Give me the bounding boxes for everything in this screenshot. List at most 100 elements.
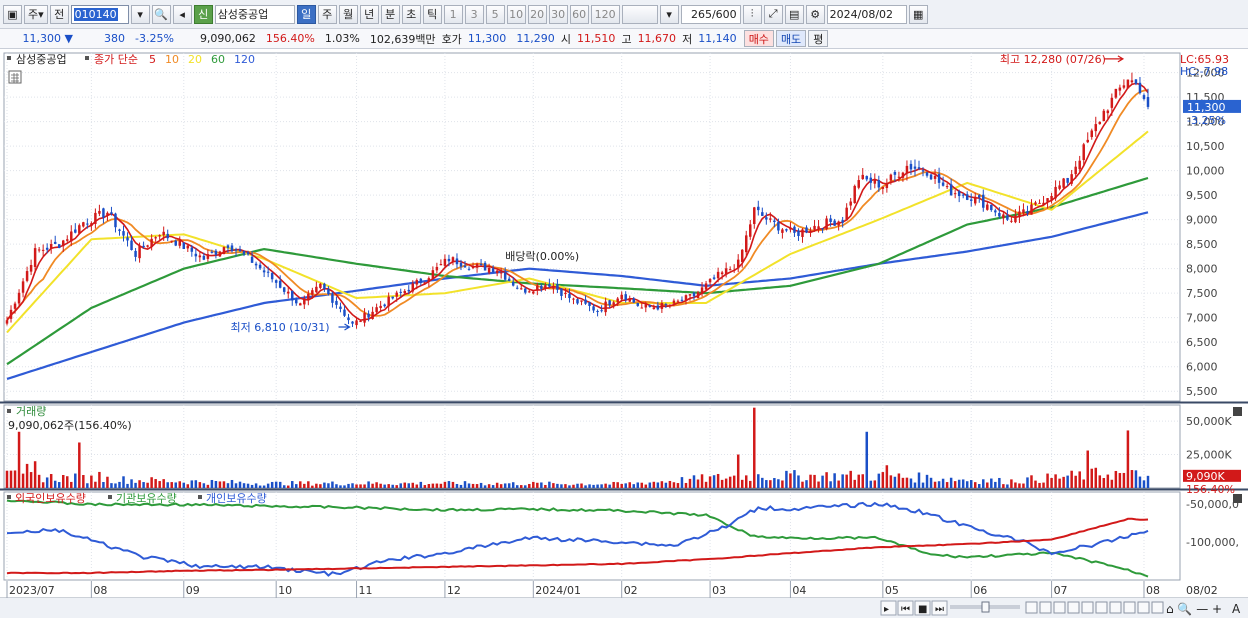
bar-count-field[interactable]: 265/600 <box>680 4 741 24</box>
save-icon[interactable]: ▤ <box>784 4 804 24</box>
volume-bar <box>777 479 780 488</box>
candle-body <box>757 206 760 211</box>
price-tick-label: 8,500 <box>1186 238 1218 251</box>
tool-icon <box>1095 601 1108 614</box>
drawing-tool-icon[interactable]: ⤢ <box>763 4 783 24</box>
volume-bar <box>383 484 386 488</box>
interval-dropdown-icon[interactable]: ▾ <box>659 4 679 24</box>
volume-bar <box>913 482 917 488</box>
candle-body <box>753 207 756 225</box>
chart-menu-icon[interactable]: ▣ <box>3 4 22 24</box>
period-week-tab[interactable]: 주 <box>317 4 337 24</box>
date-field[interactable]: 2024/08/02 <box>826 4 907 24</box>
candle-body <box>134 250 137 257</box>
volume-bar <box>295 484 298 488</box>
candle-body <box>383 304 386 307</box>
candle-body <box>371 311 374 319</box>
candle-body <box>837 221 840 226</box>
volume-bar <box>70 481 73 488</box>
volume-bar <box>339 485 342 488</box>
candle-body <box>536 285 539 291</box>
period-day-tab[interactable]: 일 <box>296 4 316 24</box>
legend-ma-20: 20 <box>188 53 202 66</box>
chart-type-icon[interactable]: ⫶ <box>742 4 762 24</box>
volume-bar <box>684 482 688 488</box>
candle-body <box>1094 124 1098 132</box>
sell-button[interactable]: 매도 <box>775 30 807 47</box>
candle-body <box>479 263 483 265</box>
volume-bar <box>656 482 660 488</box>
candle-body <box>1122 85 1126 88</box>
legend-stock-name: 삼성중공업 <box>16 53 67 66</box>
prev-button[interactable]: 전 <box>49 4 69 24</box>
scroll-button-glyph: ⏮ <box>901 604 910 615</box>
volume-bar <box>724 478 728 488</box>
calendar-icon[interactable]: ▦ <box>908 4 928 24</box>
volume-bar <box>423 485 427 488</box>
candle-body <box>937 174 941 183</box>
interval-30[interactable]: 30 <box>548 4 568 24</box>
volume-bar <box>540 482 543 488</box>
buy-button[interactable]: 매수 <box>743 30 774 47</box>
interval-60[interactable]: 60 <box>569 4 589 24</box>
volume-bar <box>524 485 527 488</box>
volume-bar <box>234 483 238 488</box>
gear-icon[interactable]: ⚙ <box>805 4 825 24</box>
interval-5[interactable]: 5 <box>485 4 505 24</box>
search-icon[interactable]: 🔍 <box>151 4 171 24</box>
speaker-icon[interactable]: ◂ <box>172 4 192 24</box>
candle-body <box>98 210 101 214</box>
volume-bar <box>961 479 965 488</box>
volume-bar <box>865 431 869 488</box>
time-tick-label: 12 <box>447 584 461 597</box>
volume-bar <box>1090 468 1093 488</box>
candle-body <box>548 284 551 287</box>
volume-bar <box>29 472 33 488</box>
eval-button[interactable]: 평 <box>808 30 829 47</box>
volume-bar <box>949 477 953 488</box>
volume-bar <box>749 480 752 488</box>
volume-bar <box>624 483 627 488</box>
scroll-button-glyph: ■ <box>918 604 927 615</box>
candle-body <box>885 182 889 189</box>
interval-20[interactable]: 20 <box>527 4 547 24</box>
candle-body <box>532 291 535 294</box>
period-month-tab[interactable]: 월 <box>338 4 358 24</box>
period-tick-tab[interactable]: 틱 <box>422 4 442 24</box>
period-second-tab[interactable]: 초 <box>401 4 421 24</box>
interval-3[interactable]: 3 <box>464 4 484 24</box>
volume-bar <box>700 474 704 488</box>
market-select[interactable]: 주 ▾ <box>24 4 48 24</box>
volume-bar <box>515 485 519 488</box>
volume-bar <box>33 461 37 488</box>
candle-body <box>106 212 109 216</box>
volume-bar <box>556 483 559 488</box>
price-tick-label: 7,500 <box>1186 287 1218 300</box>
candle-body <box>660 303 664 309</box>
candle-body <box>965 194 969 200</box>
volume-bar <box>266 483 270 488</box>
interval-120[interactable]: 120 <box>590 4 620 24</box>
interval-custom-input[interactable] <box>621 4 658 24</box>
chart-canvas[interactable]: 5,500 6,000 6,500 7,000 7,500 8,000 8,500 9,000… <box>0 50 1248 621</box>
code-dropdown-icon[interactable]: ▾ <box>130 4 150 24</box>
candle-body <box>624 294 627 300</box>
interval-1[interactable]: 1 <box>443 4 463 24</box>
period-minute-tab[interactable]: 분 <box>380 4 400 24</box>
new-stock-badge[interactable]: 신 <box>193 4 213 24</box>
volume-bar <box>5 470 9 488</box>
candle-body <box>507 278 511 281</box>
volume-bar <box>873 480 877 488</box>
volume-bar <box>274 481 278 488</box>
candle-body <box>552 286 555 289</box>
candle-body <box>49 244 53 249</box>
candle-body <box>491 268 495 273</box>
interval-10[interactable]: 10 <box>506 4 526 24</box>
candle-body <box>407 289 411 292</box>
period-year-tab[interactable]: 년 <box>359 4 379 24</box>
stock-code-input[interactable]: 010140 <box>70 4 129 24</box>
volume-bar <box>548 481 551 488</box>
candle-body <box>126 237 129 241</box>
volume-bar <box>1054 474 1057 488</box>
candle-body <box>475 263 479 268</box>
